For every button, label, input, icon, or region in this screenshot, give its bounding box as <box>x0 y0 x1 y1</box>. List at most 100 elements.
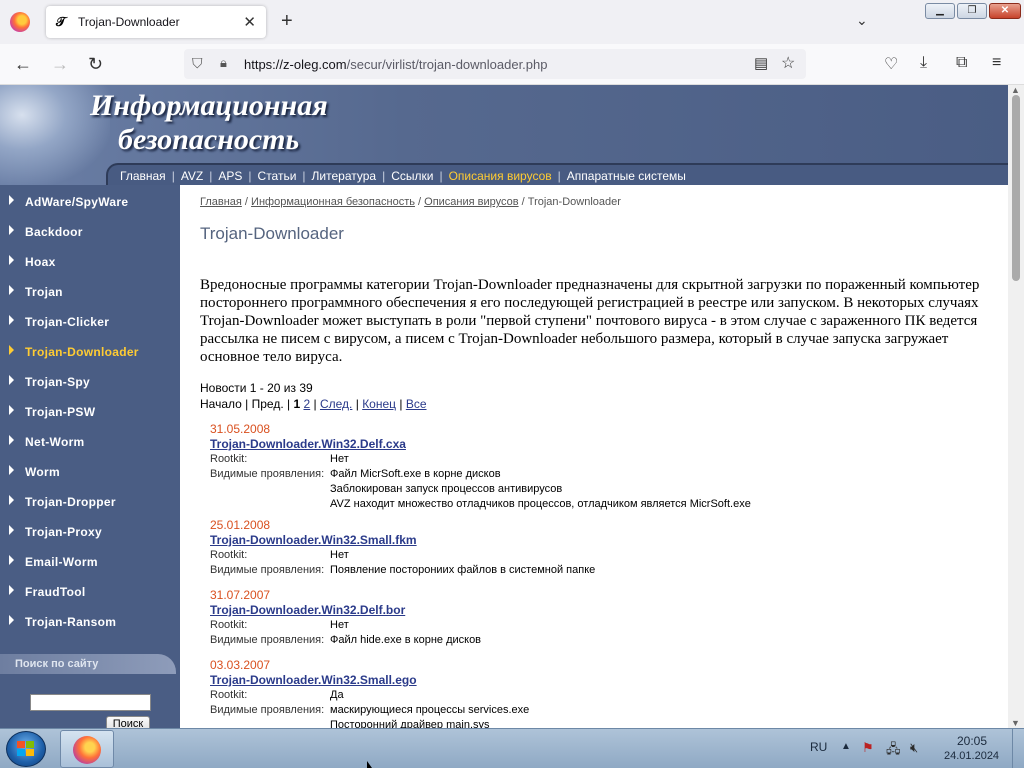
symptoms-label: Видимые проявления: <box>210 468 325 480</box>
volume-muted-icon[interactable]: 🔇︎ <box>910 740 918 756</box>
entry-name-link[interactable]: Trojan-Downloader.Win32.Delf.cxa <box>210 437 406 451</box>
network-icon[interactable]: 🖧︎ <box>886 740 901 762</box>
clock-time[interactable]: 20:05 <box>957 734 987 748</box>
topnav-item[interactable]: Ссылки <box>391 169 433 183</box>
sidebar-item[interactable]: Worm <box>0 456 180 486</box>
breadcrumb-link[interactable]: Описания вирусов <box>424 196 518 208</box>
reload-icon[interactable]: ↻ <box>88 54 103 75</box>
sidebar-item-label: Net-Worm <box>25 435 85 449</box>
topnav-item[interactable]: APS <box>218 169 242 183</box>
bullet-arrow-icon <box>9 615 14 625</box>
sidebar-item[interactable]: Trojan-Proxy <box>0 516 180 546</box>
sidebar-item-label: Trojan-Ransom <box>25 615 117 629</box>
url-text[interactable]: https://z-oleg.com/secur/virlist/trojan-… <box>244 57 548 72</box>
sidebar-item[interactable]: Email-Worm <box>0 546 180 576</box>
entry-date: 03.03.2007 <box>210 658 271 672</box>
firefox-icon <box>73 736 101 764</box>
sidebar-item[interactable]: Trojan-Clicker <box>0 306 180 336</box>
sidebar-item[interactable]: FraudTool <box>0 576 180 606</box>
tab-bar: 𝒯 Trojan-Downloader ✕ + ⌄ ▁ ❐ ✕ <box>0 0 1024 44</box>
pager-page-2[interactable]: 2 <box>303 397 310 411</box>
entry-name-link[interactable]: Trojan-Downloader.Win32.Small.ego <box>210 673 417 687</box>
pager-end[interactable]: Конец <box>362 397 396 411</box>
language-indicator[interactable]: RU <box>810 740 827 754</box>
topnav-item[interactable]: AVZ <box>181 169 203 183</box>
page-title: Trojan-Downloader <box>200 224 344 243</box>
sidebar-item-label: Trojan-Spy <box>25 375 91 389</box>
list-all-tabs-icon[interactable]: ⌄ <box>856 12 868 29</box>
minimize-button[interactable]: ▁ <box>925 3 955 19</box>
bookmark-star-icon[interactable]: ☆ <box>781 53 795 73</box>
topnav-item[interactable]: Статьи <box>258 169 297 183</box>
page-viewport: Информационная безопасность Главная | AVZ |… <box>0 85 1008 728</box>
sidebar-item[interactable]: AdWare/SpyWare <box>0 186 180 216</box>
url-bar[interactable]: ⛉ 🔒︎ https://z-oleg.com/secur/virlist/tr… <box>184 49 806 79</box>
mouse-cursor <box>367 761 372 768</box>
pocket-icon[interactable]: ♡ <box>884 54 898 74</box>
sidebar-item[interactable]: Trojan-Dropper <box>0 486 180 516</box>
sidebar-item[interactable]: Trojan <box>0 276 180 306</box>
entry-date: 25.01.2008 <box>210 518 271 532</box>
sidebar-item-label: Trojan-Proxy <box>25 525 102 539</box>
scroll-down-icon[interactable]: ▼ <box>1011 718 1020 728</box>
pager-next[interactable]: След. <box>320 397 352 411</box>
downloads-icon[interactable]: ⤓ <box>920 54 927 72</box>
tracking-shield-icon[interactable]: ⛉ <box>192 55 203 72</box>
search-button[interactable]: Поиск <box>106 716 150 728</box>
firefox-view-icon[interactable] <box>10 12 30 32</box>
topnav-item[interactable]: Аппаратные системы <box>567 169 686 183</box>
pager-prev: Пред. <box>251 397 284 411</box>
symptom-value: Посторонний драйвер main.sys <box>330 719 490 728</box>
entry-date: 31.07.2007 <box>210 588 271 602</box>
sidebar-item[interactable]: Trojan-Spy <box>0 366 180 396</box>
start-button[interactable] <box>6 731 46 767</box>
rootkit-value: Нет <box>330 549 349 561</box>
sidebar: AdWare/SpyWare Backdoor Hoax Trojan Trojan-C… <box>0 185 180 728</box>
search-input[interactable] <box>30 694 151 711</box>
topnav-item[interactable]: Литература <box>312 169 377 183</box>
rootkit-value: Нет <box>330 619 349 631</box>
bullet-arrow-icon <box>9 195 14 205</box>
topnav-item[interactable]: Описания вирусов <box>449 169 552 183</box>
virus-entry: 25.01.2008 Trojan-Downloader.Win32.Small.… <box>210 518 595 577</box>
sidebar-item[interactable]: Trojan-Downloader <box>0 336 180 366</box>
show-desktop-button[interactable] <box>1012 729 1024 768</box>
symptom-value: Файл hide.exe в корне дисков <box>330 634 482 646</box>
breadcrumb-link[interactable]: Информационная безопасность <box>251 196 415 208</box>
breadcrumb-link[interactable]: Главная <box>200 196 242 208</box>
forward-icon[interactable]: → <box>51 54 69 75</box>
pager-current: 1 <box>293 397 301 411</box>
symptom-row: Видимые проявления: Появление посторониих… <box>210 564 595 577</box>
tab-close-icon[interactable]: ✕ <box>243 13 256 31</box>
sidebar-item[interactable]: Trojan-Ransom <box>0 606 180 636</box>
sidebar-item[interactable]: Net-Worm <box>0 426 180 456</box>
reader-view-icon[interactable]: ▤ <box>754 54 768 72</box>
nav-separator: | <box>209 169 213 183</box>
show-hidden-icons-icon[interactable]: ▲ <box>841 741 851 752</box>
scroll-up-icon[interactable]: ▲ <box>1011 85 1020 95</box>
lock-icon[interactable]: 🔒︎ <box>220 55 227 71</box>
clock-date[interactable]: 24.01.2024 <box>944 750 999 762</box>
new-tab-button[interactable]: + <box>281 10 293 33</box>
taskbar-firefox[interactable] <box>60 730 114 768</box>
sidebar-item-label: Trojan-Downloader <box>25 345 139 359</box>
maximize-button[interactable]: ❐ <box>957 3 987 19</box>
taskbar: RU ▲ ⚑ 🖧︎ 🔇︎ 20:05 24.01.2024 <box>0 728 1024 768</box>
vertical-scrollbar[interactable]: ▲ ▼ <box>1008 85 1024 728</box>
sidebar-item[interactable]: Trojan-PSW <box>0 396 180 426</box>
sidebar-item[interactable]: Backdoor <box>0 216 180 246</box>
virus-entry: 31.05.2008 Trojan-Downloader.Win32.Delf.c… <box>210 422 751 511</box>
menu-icon[interactable]: ≡ <box>992 54 1001 72</box>
entry-name-link[interactable]: Trojan-Downloader.Win32.Delf.bor <box>210 603 405 617</box>
sidebar-item[interactable]: Hoax <box>0 246 180 276</box>
tab-active[interactable]: 𝒯 Trojan-Downloader ✕ <box>46 6 266 38</box>
pager-all[interactable]: Все <box>406 397 427 411</box>
site-header: Информационная безопасность Главная | AVZ |… <box>0 85 1008 185</box>
scroll-thumb[interactable] <box>1012 95 1020 281</box>
entry-name-link[interactable]: Trojan-Downloader.Win32.Small.fkm <box>210 533 417 547</box>
close-window-button[interactable]: ✕ <box>989 3 1021 19</box>
topnav-item[interactable]: Главная <box>120 169 166 183</box>
back-icon[interactable]: ← <box>14 54 32 75</box>
action-center-icon[interactable]: ⚑ <box>862 740 874 756</box>
extensions-icon[interactable]: ⧉ <box>956 54 967 72</box>
